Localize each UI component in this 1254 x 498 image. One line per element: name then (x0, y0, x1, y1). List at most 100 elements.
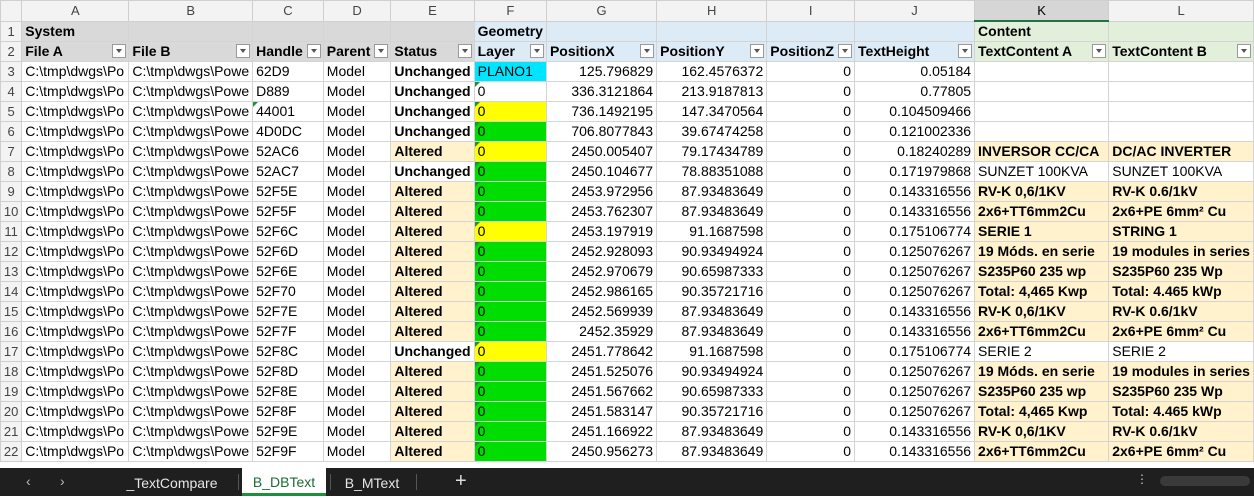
cell-file-a[interactable]: C:\tmp\dwgs\Po (21, 301, 130, 322)
cell-text-content-a[interactable]: 19 Móds. en serie (974, 241, 1110, 262)
cell-text-height[interactable]: 0.125076267 (854, 241, 976, 262)
cell-file-b[interactable]: C:\tmp\dwgs\Powe (128, 161, 254, 182)
cell-position-y[interactable]: 39.67474258 (656, 121, 768, 142)
filter-dropdown-icon[interactable] (457, 44, 472, 58)
cell-layer[interactable]: 0 (473, 141, 547, 162)
cell-text-content-b[interactable]: 2x6+PE 6mm² Cu (1108, 441, 1254, 462)
row-header[interactable]: 22 (0, 441, 23, 462)
row-header[interactable]: 12 (0, 241, 23, 262)
cell-handle[interactable]: 52F5E (252, 181, 324, 202)
cell-layer[interactable]: 0 (473, 261, 547, 282)
cell-text-content-a[interactable]: SERIE 2 (974, 341, 1110, 362)
cell-position-z[interactable]: 0 (766, 201, 856, 222)
cell-position-z[interactable]: 0 (766, 101, 856, 122)
filter-dropdown-icon[interactable] (640, 44, 655, 58)
cell-text-height[interactable]: 0.125076267 (854, 281, 976, 302)
filter-dropdown-icon[interactable] (838, 44, 853, 58)
cell-parent[interactable]: Model (322, 361, 392, 382)
cell[interactable] (545, 20, 658, 42)
cell-position-x[interactable]: 336.3121864 (545, 81, 658, 102)
header-status[interactable]: Status (390, 41, 475, 62)
row-header[interactable]: 3 (0, 61, 23, 82)
cell-file-a[interactable]: C:\tmp\dwgs\Po (21, 261, 130, 282)
cell-text-height[interactable]: 0.143316556 (854, 181, 976, 202)
filter-dropdown-icon[interactable] (374, 44, 389, 58)
select-all-corner[interactable] (0, 0, 23, 22)
header-text-content-a[interactable]: TextContent A (974, 41, 1110, 62)
cell-status[interactable]: Altered (390, 401, 475, 422)
cell[interactable] (322, 20, 392, 42)
cell-position-y[interactable]: 87.93483649 (656, 201, 768, 222)
cell-text-height[interactable]: 0.175106774 (854, 221, 976, 242)
col-header-h[interactable]: H (656, 0, 768, 22)
cell-handle[interactable]: 52F8C (252, 341, 324, 362)
cell-parent[interactable]: Model (322, 121, 392, 142)
cell-handle[interactable]: 52F6E (252, 261, 324, 282)
filter-dropdown-icon[interactable] (236, 44, 251, 58)
cell-position-y[interactable]: 90.65987333 (656, 381, 768, 402)
cell-position-z[interactable]: 0 (766, 361, 856, 382)
cell-position-x[interactable]: 2451.567662 (545, 381, 658, 402)
cell-text-height[interactable]: 0.143316556 (854, 321, 976, 342)
cell-file-b[interactable]: C:\tmp\dwgs\Powe (128, 361, 254, 382)
cell-position-z[interactable]: 0 (766, 61, 856, 82)
row-header[interactable]: 21 (0, 421, 23, 442)
group-geometry-label[interactable]: Geometry (473, 20, 547, 42)
cell-handle[interactable]: 52F6D (252, 241, 324, 262)
row-header[interactable]: 4 (0, 81, 23, 102)
cell-file-b[interactable]: C:\tmp\dwgs\Powe (128, 241, 254, 262)
cell-file-a[interactable]: C:\tmp\dwgs\Po (21, 381, 130, 402)
cell[interactable] (766, 20, 856, 42)
cell[interactable] (128, 20, 254, 42)
col-header-a[interactable]: A (21, 0, 130, 22)
next-sheet-icon[interactable]: › (60, 473, 65, 489)
cell[interactable] (854, 20, 976, 42)
cell-handle[interactable]: 52F70 (252, 281, 324, 302)
cell-status[interactable]: Altered (390, 361, 475, 382)
cell-parent[interactable]: Model (322, 441, 392, 462)
cell-file-b[interactable]: C:\tmp\dwgs\Powe (128, 341, 254, 362)
cell-text-height[interactable]: 0.125076267 (854, 401, 976, 422)
cell-file-b[interactable]: C:\tmp\dwgs\Powe (128, 61, 254, 82)
cell-position-y[interactable]: 78.88351088 (656, 161, 768, 182)
cell-position-y[interactable]: 79.17434789 (656, 141, 768, 162)
cell-position-x[interactable]: 2453.972956 (545, 181, 658, 202)
header-layer[interactable]: Layer (473, 41, 547, 62)
cell-text-height[interactable]: 0.125076267 (854, 361, 976, 382)
cell-text-height[interactable]: 0.171979868 (854, 161, 976, 182)
col-header-i[interactable]: I (766, 0, 856, 22)
cell-text-content-a[interactable]: RV-K 0,6/1KV (974, 421, 1110, 442)
cell-text-height[interactable]: 0.143316556 (854, 201, 976, 222)
cell-parent[interactable]: Model (322, 241, 392, 262)
col-header-c[interactable]: C (252, 0, 324, 22)
cell-text-content-a[interactable]: SERIE 1 (974, 221, 1110, 242)
row-header[interactable]: 18 (0, 361, 23, 382)
cell-position-z[interactable]: 0 (766, 221, 856, 242)
cell-text-content-a[interactable]: Total: 4,465 Kwp (974, 281, 1110, 302)
cell[interactable] (1108, 20, 1254, 42)
cell-handle[interactable]: 52AC7 (252, 161, 324, 182)
cell-file-b[interactable]: C:\tmp\dwgs\Powe (128, 221, 254, 242)
cell-position-y[interactable]: 87.93483649 (656, 181, 768, 202)
cell-parent[interactable]: Model (322, 61, 392, 82)
cell-text-content-b[interactable]: SERIE 2 (1108, 341, 1254, 362)
cell-handle[interactable]: 52AC6 (252, 141, 324, 162)
cell-text-content-a[interactable]: 2x6+TT6mm2Cu (974, 441, 1110, 462)
cell-text-content-a[interactable]: RV-K 0,6/1KV (974, 181, 1110, 202)
cell-text-content-b[interactable]: DC/AC INVERTER (1108, 141, 1254, 162)
cell-layer[interactable]: 0 (473, 301, 547, 322)
cell-file-b[interactable]: C:\tmp\dwgs\Powe (128, 321, 254, 342)
cell-layer[interactable]: 0 (473, 81, 547, 102)
cell-file-b[interactable]: C:\tmp\dwgs\Powe (128, 261, 254, 282)
cell-text-content-a[interactable] (974, 121, 1110, 142)
cell-file-a[interactable]: C:\tmp\dwgs\Po (21, 221, 130, 242)
cell-file-a[interactable]: C:\tmp\dwgs\Po (21, 141, 130, 162)
cell-text-content-b[interactable] (1108, 121, 1254, 142)
cell-text-height[interactable]: 0.104509466 (854, 101, 976, 122)
filter-dropdown-icon[interactable] (958, 44, 973, 58)
cell-position-x[interactable]: 2452.569939 (545, 301, 658, 322)
cell-position-x[interactable]: 2452.970679 (545, 261, 658, 282)
col-header-e[interactable]: E (390, 0, 475, 22)
cell-handle[interactable]: 44001 (252, 101, 324, 122)
row-header[interactable]: 20 (0, 401, 23, 422)
